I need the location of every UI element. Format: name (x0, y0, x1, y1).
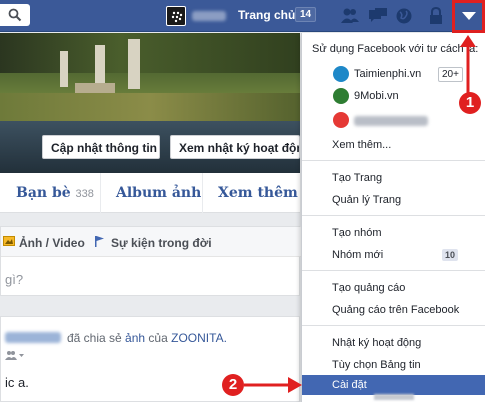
messages-icon[interactable] (368, 7, 388, 25)
post-composer: Ảnh / Video Sự kiện trong đời gì? (0, 226, 301, 296)
audience-friends-icon[interactable] (5, 350, 25, 360)
9mobi-logo-icon (333, 88, 349, 104)
tab-friends-label: Bạn bè (16, 185, 71, 201)
profile-name-blurred[interactable] (192, 11, 226, 21)
menu-create-ads[interactable]: Tạo quảng cáo (332, 282, 405, 294)
page-name-blurred (354, 116, 428, 126)
home-count-badge: 14 (295, 7, 317, 22)
profile-avatar[interactable] (166, 6, 186, 26)
home-link[interactable]: Trang chủ (238, 8, 295, 22)
tab-more[interactable]: Xem thêm ▼ (218, 185, 310, 201)
composer-placeholder[interactable]: gì? (5, 272, 23, 287)
blackberry-icon (171, 11, 183, 23)
shop-logo-icon (333, 112, 349, 128)
composer-actions: Ảnh / Video Sự kiện trong đời (1, 227, 301, 257)
post-body: ic a. (5, 375, 29, 390)
annotation-step-1: 1 (459, 92, 481, 114)
menu-settings-label: Cài đặt (332, 379, 367, 391)
taimienphi-logo-icon (333, 66, 349, 82)
post-author-blurred[interactable] (5, 332, 61, 343)
life-event-action[interactable]: Sự kiện trong đời (111, 236, 212, 250)
menu-create-page[interactable]: Tạo Trang (332, 172, 382, 184)
page-name: 9Mobi.vn (354, 90, 399, 102)
menu-new-groups[interactable]: Nhóm mới (332, 249, 383, 261)
top-bar: Trang chủ 14 (0, 0, 485, 32)
menu-news-feed-preferences[interactable]: Tùy chọn Bảng tin (332, 359, 421, 371)
menu-ads-on-facebook[interactable]: Quảng cáo trên Facebook (332, 304, 459, 316)
post-of-text: của (148, 331, 168, 345)
annotation-arrow-up (460, 35, 476, 93)
view-activity-log-button[interactable]: Xem nhật ký hoạt động (170, 135, 300, 159)
post-header: đã chia sẻ ảnh của ZOONITA. (67, 331, 227, 345)
use-as-header: Sử dụng Facebook với tư cách là: (312, 43, 479, 55)
annotation-step-2: 2 (222, 374, 244, 396)
tab-albums[interactable]: Album ảnh (116, 185, 201, 201)
page-item-blurred[interactable] (302, 110, 485, 132)
annotation-arrow-right (244, 377, 302, 393)
menu-create-group[interactable]: Tạo nhóm (332, 227, 382, 239)
search-input[interactable] (0, 4, 30, 26)
privacy-lock-icon[interactable] (426, 7, 446, 25)
new-groups-count-badge: 10 (442, 249, 459, 261)
page-name: Taimienphi.vn (354, 68, 422, 80)
post-shared-text: đã chia sẻ (67, 331, 122, 345)
menu-settings[interactable]: Cài đặt (302, 375, 485, 395)
update-info-button[interactable]: Cập nhật thông tin (42, 135, 160, 159)
tab-friends-count: 338 (75, 188, 94, 200)
tab-more-label: Xem thêm (218, 185, 298, 201)
notifications-globe-icon[interactable] (394, 7, 414, 25)
tab-friends[interactable]: Bạn bè 338 (16, 185, 94, 201)
menu-item-cut-off (374, 394, 414, 400)
search-icon[interactable] (8, 8, 22, 22)
menu-activity-log[interactable]: Nhật ký hoạt động (332, 337, 421, 349)
see-more-pages[interactable]: Xem thêm... (332, 139, 391, 151)
friend-requests-icon[interactable] (340, 7, 360, 25)
post-photo-link[interactable]: ảnh (125, 331, 145, 345)
photo-icon (3, 236, 15, 246)
flag-icon (95, 236, 104, 247)
highlight-box-menu (452, 0, 485, 33)
profile-tab-bar: Bạn bè 338 Album ảnh Xem thêm ▼ (0, 173, 310, 213)
photo-video-action[interactable]: Ảnh / Video (19, 236, 85, 250)
menu-manage-pages[interactable]: Quản lý Trang (332, 194, 401, 206)
post-page-link[interactable]: ZOONITA. (171, 331, 227, 345)
